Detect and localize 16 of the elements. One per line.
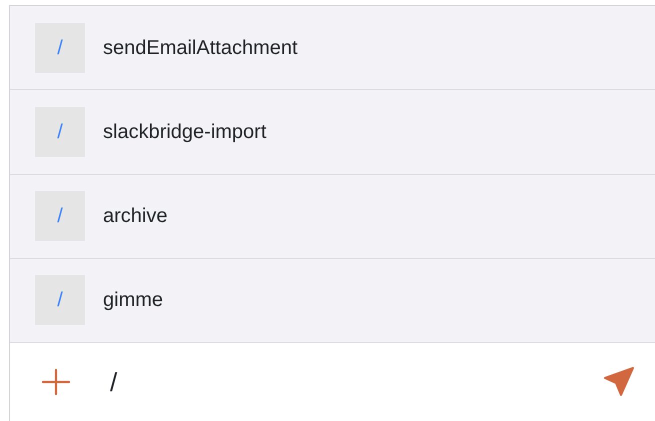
- send-icon: [603, 366, 635, 398]
- command-badge: /: [35, 191, 85, 242]
- suggestion-item[interactable]: / archive: [10, 174, 655, 259]
- command-badge: /: [35, 106, 85, 157]
- add-button[interactable]: [40, 366, 72, 398]
- command-badge: /: [35, 275, 85, 326]
- command-name: slackbridge-import: [103, 120, 266, 145]
- suggestion-item[interactable]: / gimme: [10, 258, 655, 343]
- suggestion-item[interactable]: / slackbridge-import: [10, 90, 655, 174]
- command-name: sendEmailAttachment: [103, 36, 298, 61]
- command-name: gimme: [103, 288, 164, 314]
- suggestion-item[interactable]: / sendEmailAttachment: [10, 6, 655, 90]
- command-badge: /: [35, 22, 85, 73]
- message-input[interactable]: /: [110, 362, 601, 402]
- plus-icon: [42, 368, 70, 396]
- command-name: archive: [103, 204, 168, 230]
